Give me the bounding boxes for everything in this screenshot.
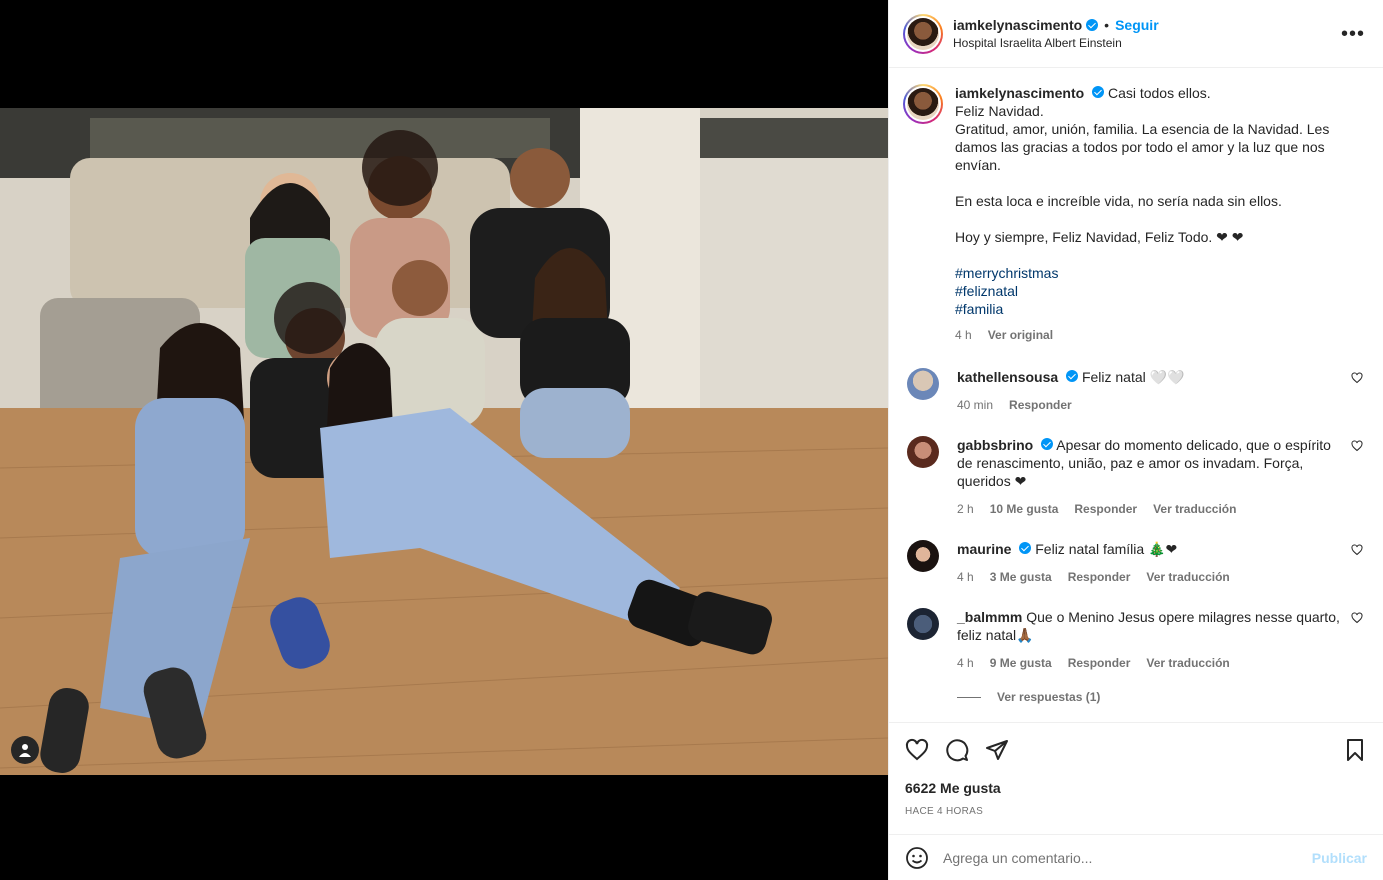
comment-item: kathellensousa Feliz natal 🤍🤍 40 min Resp… bbox=[907, 368, 1367, 414]
translate-button[interactable]: Ver traducción bbox=[1146, 654, 1229, 672]
comment-input[interactable] bbox=[943, 849, 1312, 866]
caption-avatar[interactable] bbox=[903, 84, 943, 124]
comment-item: _balmmm Que o Menino Jesus opere milagre… bbox=[907, 608, 1367, 672]
like-comment-heart-icon[interactable] bbox=[1351, 544, 1363, 556]
comment-username[interactable]: gabbsbrino bbox=[957, 437, 1033, 453]
add-comment-bar: Publicar bbox=[889, 834, 1383, 880]
follow-button[interactable]: Seguir bbox=[1115, 16, 1159, 34]
family-photo-illustration bbox=[0, 108, 888, 775]
comment-likes[interactable]: 10 Me gusta bbox=[990, 500, 1059, 518]
like-comment-heart-icon[interactable] bbox=[1351, 372, 1363, 384]
verified-icon bbox=[1019, 542, 1032, 554]
comment-time: 4 h bbox=[957, 656, 974, 670]
verified-icon bbox=[1092, 86, 1105, 98]
verified-icon bbox=[1066, 370, 1079, 382]
comment-text: Feliz natal família 🎄❤ bbox=[1035, 541, 1178, 557]
post-date: HACE 4 HORAS bbox=[905, 806, 984, 817]
hashtag-link[interactable]: #feliznatal bbox=[955, 282, 1345, 300]
comment-likes[interactable]: 3 Me gusta bbox=[990, 568, 1052, 586]
commenter-avatar[interactable] bbox=[907, 436, 939, 468]
commenter-avatar[interactable] bbox=[907, 368, 939, 400]
reply-button[interactable]: Responder bbox=[1074, 500, 1137, 518]
share-icon[interactable] bbox=[985, 738, 1009, 762]
like-count[interactable]: 6622 Me gusta bbox=[905, 780, 1367, 796]
caption-line4: En esta loca e increíble vida, no sería … bbox=[955, 193, 1282, 209]
comment-username[interactable]: kathellensousa bbox=[957, 369, 1058, 385]
caption-line1: Casi todos ellos. bbox=[1107, 85, 1211, 101]
post-actions: 6622 Me gusta HACE 4 HORAS bbox=[889, 722, 1383, 834]
comment-time: 4 h bbox=[957, 570, 974, 584]
comment-text: Feliz natal 🤍🤍 bbox=[1081, 369, 1185, 385]
comment-username[interactable]: maurine bbox=[957, 541, 1011, 557]
like-comment-heart-icon[interactable] bbox=[1351, 612, 1363, 624]
comment-item: maurine Feliz natal família 🎄❤ 4 h 3 Me g… bbox=[907, 540, 1367, 586]
replies-line bbox=[957, 696, 981, 698]
comment-item: gabbsbrino Apesar do momento delicado, q… bbox=[907, 436, 1367, 518]
reply-button[interactable]: Responder bbox=[1068, 568, 1131, 586]
hashtag-link[interactable]: #familia bbox=[955, 300, 1345, 318]
reply-button[interactable]: Responder bbox=[1009, 396, 1072, 414]
publish-button[interactable]: Publicar bbox=[1312, 850, 1367, 866]
caption-line2: Feliz Navidad. bbox=[955, 103, 1044, 119]
see-original-button[interactable]: Ver original bbox=[988, 326, 1053, 344]
like-comment-heart-icon[interactable] bbox=[1351, 440, 1363, 452]
emoji-icon[interactable] bbox=[905, 846, 929, 870]
post-sidebar: iamkelynascimento • Seguir Hospital Isra… bbox=[888, 0, 1383, 880]
commenter-avatar[interactable] bbox=[907, 608, 939, 640]
user-tag-button[interactable] bbox=[11, 736, 39, 764]
post-header: iamkelynascimento • Seguir Hospital Isra… bbox=[889, 0, 1383, 68]
separator-dot: • bbox=[1104, 16, 1110, 33]
post-location[interactable]: Hospital Israelita Albert Einstein bbox=[953, 34, 1159, 52]
post-media bbox=[0, 0, 888, 880]
view-replies-button[interactable]: Ver respuestas (1) bbox=[957, 690, 1367, 704]
hashtag-link[interactable]: #merrychristmas bbox=[955, 264, 1345, 282]
heart-icon[interactable] bbox=[905, 738, 929, 762]
author-username[interactable]: iamkelynascimento bbox=[953, 16, 1082, 34]
view-replies-label: Ver respuestas (1) bbox=[997, 690, 1101, 704]
user-tag-icon bbox=[19, 744, 31, 757]
comment-likes[interactable]: 9 Me gusta bbox=[990, 654, 1052, 672]
comment-time: 2 h bbox=[957, 502, 974, 516]
translate-button[interactable]: Ver traducción bbox=[1153, 500, 1236, 518]
caption-time: 4 h bbox=[955, 328, 972, 342]
comment-icon[interactable] bbox=[945, 738, 969, 762]
bookmark-icon[interactable] bbox=[1343, 738, 1367, 762]
caption-line3: Gratitud, amor, unión, familia. La esenc… bbox=[955, 121, 1330, 173]
caption-username[interactable]: iamkelynascimento bbox=[955, 85, 1084, 101]
more-icon[interactable]: ••• bbox=[1341, 24, 1365, 44]
post-photo[interactable] bbox=[0, 108, 888, 775]
comment-time: 40 min bbox=[957, 398, 994, 412]
caption-line5: Hoy y siempre, Feliz Navidad, Feliz Todo… bbox=[955, 229, 1244, 245]
reply-button[interactable]: Responder bbox=[1068, 654, 1131, 672]
verified-icon bbox=[1086, 18, 1099, 31]
commenter-avatar[interactable] bbox=[907, 540, 939, 572]
comments-section[interactable]: iamkelynascimento Casi todos ellos. Feli… bbox=[889, 68, 1383, 722]
translate-button[interactable]: Ver traducción bbox=[1146, 568, 1229, 586]
comment-username[interactable]: _balmmm bbox=[957, 609, 1022, 625]
author-avatar[interactable] bbox=[903, 13, 943, 54]
caption: iamkelynascimento Casi todos ellos. Feli… bbox=[903, 84, 1367, 344]
verified-icon bbox=[1041, 438, 1054, 450]
